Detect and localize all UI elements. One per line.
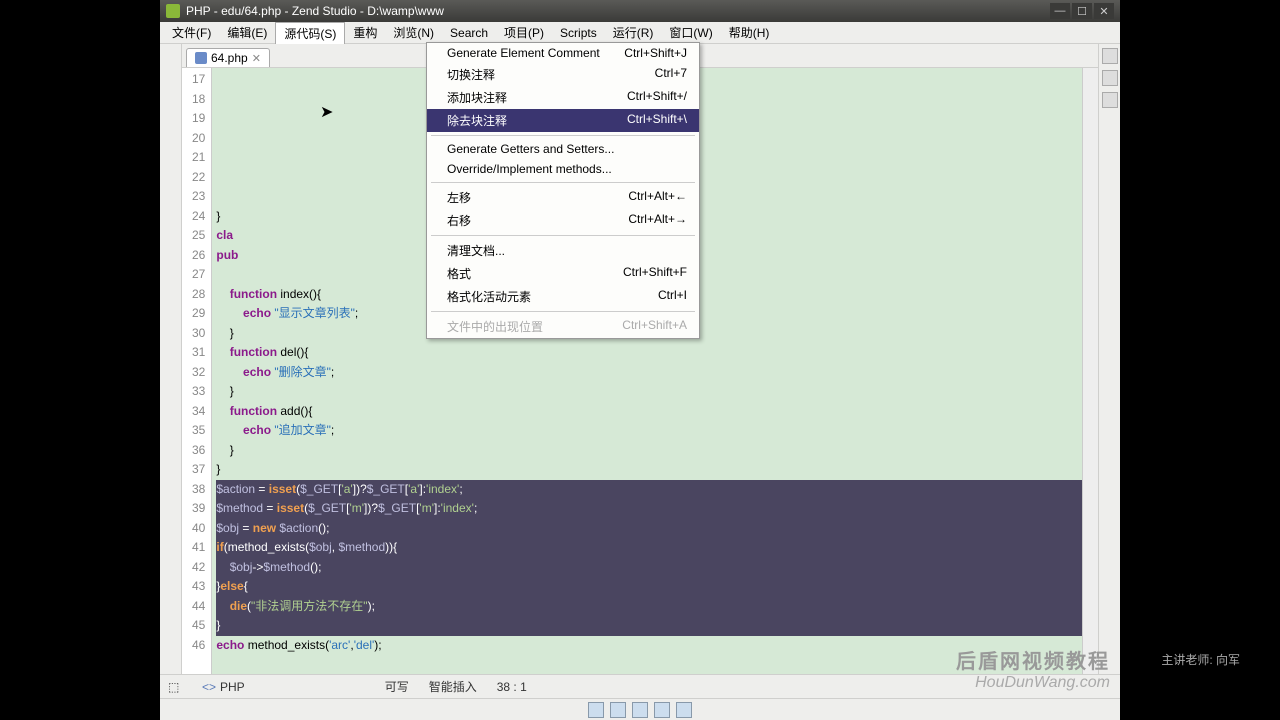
php-file-icon bbox=[195, 52, 207, 64]
menu-item[interactable]: 项目(P) bbox=[496, 22, 552, 43]
tb-icon-5[interactable] bbox=[676, 702, 692, 718]
menu-item[interactable]: Scripts bbox=[552, 24, 605, 42]
watermark: 后盾网视频教程 HouDunWang.com 主讲老师: 向军 bbox=[956, 645, 1110, 692]
menubar: 文件(F)编辑(E)源代码(S)重构浏览(N)Search项目(P)Script… bbox=[160, 22, 1120, 44]
editor-tab[interactable]: 64.php ✕ bbox=[186, 48, 270, 67]
bottom-toolbar bbox=[160, 698, 1120, 720]
minimize-button[interactable]: — bbox=[1050, 3, 1070, 19]
menu-item[interactable]: 重构 bbox=[345, 22, 385, 43]
perspective-icon: ⬚ bbox=[168, 680, 182, 694]
menu-item[interactable]: 帮助(H) bbox=[721, 22, 778, 43]
menu-item[interactable]: 运行(R) bbox=[605, 22, 662, 43]
context-menu-item[interactable]: 左移Ctrl+Alt+← bbox=[427, 186, 699, 209]
status-write: 可写 bbox=[385, 678, 409, 695]
menu-item[interactable]: Search bbox=[442, 24, 496, 42]
tool-icon[interactable] bbox=[1102, 92, 1118, 108]
tab-label: 64.php bbox=[211, 51, 248, 65]
tb-icon-2[interactable] bbox=[610, 702, 626, 718]
context-menu-item: 文件中的出现位置Ctrl+Shift+A bbox=[427, 315, 699, 338]
menu-item[interactable]: 源代码(S) bbox=[275, 22, 345, 44]
context-menu-item[interactable]: 格式Ctrl+Shift+F bbox=[427, 262, 699, 285]
context-menu-item[interactable]: 格式化活动元素Ctrl+I bbox=[427, 285, 699, 308]
tb-icon-3[interactable] bbox=[632, 702, 648, 718]
context-menu-item[interactable]: 除去块注释Ctrl+Shift+\ bbox=[427, 109, 699, 132]
tb-icon-4[interactable] bbox=[654, 702, 670, 718]
app-icon bbox=[166, 4, 180, 18]
status-lang: <> PHP bbox=[202, 680, 245, 694]
vertical-scrollbar[interactable] bbox=[1082, 68, 1098, 674]
maximize-button[interactable]: ☐ bbox=[1072, 3, 1092, 19]
status-insert: 智能插入 bbox=[429, 678, 477, 695]
tab-close-icon[interactable]: ✕ bbox=[252, 52, 261, 65]
context-menu-item[interactable]: 清理文档... bbox=[427, 239, 699, 262]
context-menu-item[interactable]: 右移Ctrl+Alt+→ bbox=[427, 209, 699, 232]
line-numbers: 1718192021222324252627282930313233343536… bbox=[182, 68, 212, 674]
menu-item[interactable]: 文件(F) bbox=[164, 22, 219, 43]
context-menu-item[interactable]: Generate Element CommentCtrl+Shift+J bbox=[427, 43, 699, 63]
context-menu-item[interactable]: Generate Getters and Setters... bbox=[427, 139, 699, 159]
close-button[interactable]: ✕ bbox=[1094, 3, 1114, 19]
right-gutter bbox=[1098, 44, 1120, 674]
source-context-menu: Generate Element CommentCtrl+Shift+J切换注释… bbox=[426, 42, 700, 339]
outline-icon[interactable] bbox=[1102, 48, 1118, 64]
context-menu-item[interactable]: 切换注释Ctrl+7 bbox=[427, 63, 699, 86]
tb-icon-1[interactable] bbox=[588, 702, 604, 718]
status-pos: 38 : 1 bbox=[497, 680, 527, 694]
context-menu-item[interactable]: 添加块注释Ctrl+Shift+/ bbox=[427, 86, 699, 109]
titlebar: PHP - edu/64.php - Zend Studio - D:\wamp… bbox=[160, 0, 1120, 22]
context-menu-item[interactable]: Override/Implement methods... bbox=[427, 159, 699, 179]
left-gutter bbox=[160, 44, 182, 674]
menu-item[interactable]: 浏览(N) bbox=[385, 22, 442, 43]
window-title: PHP - edu/64.php - Zend Studio - D:\wamp… bbox=[186, 4, 1050, 18]
menu-item[interactable]: 窗口(W) bbox=[661, 22, 720, 43]
view-icon[interactable] bbox=[1102, 70, 1118, 86]
menu-item[interactable]: 编辑(E) bbox=[219, 22, 275, 43]
